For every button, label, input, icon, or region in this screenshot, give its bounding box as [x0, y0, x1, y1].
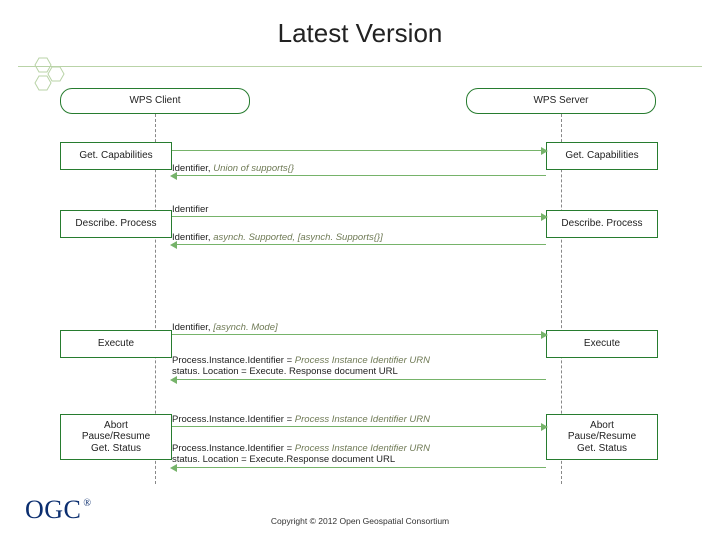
control-request-arrow: Process.Instance.Identifier = Process In… — [172, 414, 546, 427]
server-describeprocess-box: Describe. Process — [546, 210, 658, 238]
divider — [18, 66, 702, 67]
client-getcapabilities-box: Get. Capabilities — [60, 142, 172, 170]
execute-request-arrow: Identifier, [asynch. Mode] — [172, 322, 546, 335]
client-describeprocess-box: Describe. Process — [60, 210, 172, 238]
describeprocess-response-arrow: Identifier, asynch. Supported, [asynch. … — [172, 232, 546, 245]
page-title: Latest Version — [0, 18, 720, 49]
client-lifeline-head: WPS Client — [60, 88, 250, 114]
copyright-text: Copyright © 2012 Open Geospatial Consort… — [0, 516, 720, 526]
server-execute-box: Execute — [546, 330, 658, 358]
describeprocess-request-arrow: Identifier — [172, 204, 546, 217]
server-lifeline-head: WPS Server — [466, 88, 656, 114]
control-response-arrow: Process.Instance.Identifier = Process In… — [172, 444, 546, 468]
client-execute-box: Execute — [60, 330, 172, 358]
server-control-box: Abort Pause/Resume Get. Status — [546, 414, 658, 460]
server-getcapabilities-box: Get. Capabilities — [546, 142, 658, 170]
client-control-box: Abort Pause/Resume Get. Status — [60, 414, 172, 460]
getcapabilities-response-arrow: Identifier, Union of supports{} — [172, 163, 546, 176]
getcapabilities-request-arrow — [172, 150, 546, 151]
execute-response-arrow: Process.Instance.Identifier = Process In… — [172, 356, 546, 380]
